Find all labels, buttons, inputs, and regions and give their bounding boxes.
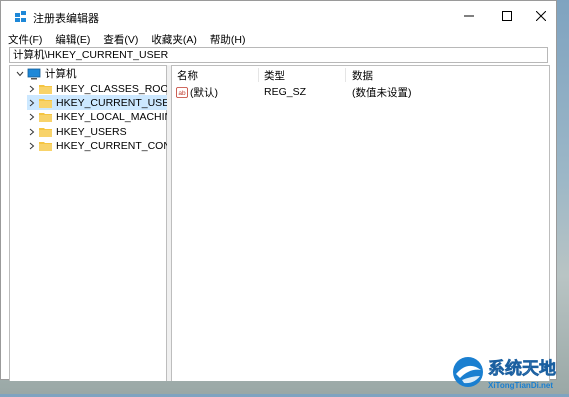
folder-icon (39, 141, 52, 151)
menu-bar: 文件(F) 编辑(E) 查看(V) 收藏夹(A) 帮助(H) (1, 31, 556, 47)
svg-text:ab: ab (178, 90, 186, 97)
registry-editor-app-icon (15, 11, 26, 22)
tree-item-label: HKEY_CURRENT_USER (56, 96, 177, 109)
column-header-name[interactable]: 名称 (177, 67, 257, 83)
menu-help[interactable]: 帮助(H) (203, 32, 252, 47)
menu-view[interactable]: 查看(V) (96, 32, 144, 47)
column-header-data[interactable]: 数据 (352, 67, 432, 83)
chevron-down-icon[interactable] (15, 71, 25, 77)
folder-icon (39, 84, 52, 94)
string-value-icon: ab (176, 86, 188, 98)
chevron-right-icon[interactable] (27, 99, 37, 107)
folder-icon (39, 98, 52, 108)
chevron-right-icon[interactable] (27, 85, 37, 93)
chevron-right-icon[interactable] (27, 142, 37, 150)
chevron-right-icon[interactable] (27, 128, 37, 136)
column-divider[interactable] (345, 68, 346, 82)
tree-item-hkey-current-user[interactable]: HKEY_CURRENT_USER (27, 95, 181, 110)
tree-item-hkey-users[interactable]: HKEY_USERS (27, 124, 127, 139)
watermark-url: XiTongTianDi.net (488, 381, 553, 390)
close-icon (536, 11, 546, 21)
key-tree-pane: 计算机 HKEY_CLASSES_ROOT HKEY_CURRENT_USER … (9, 65, 188, 381)
minimize-button[interactable] (452, 1, 486, 31)
column-header-type[interactable]: 类型 (264, 67, 344, 83)
tree-root-label: 计算机 (45, 68, 77, 80)
xitongtiandi-watermark: 系统天地 XiTongTianDi.net (448, 350, 569, 394)
maximize-icon (502, 11, 512, 21)
close-button[interactable] (524, 1, 558, 31)
xitongtiandi-logo-icon: 系统天地 XiTongTianDi.net (453, 357, 556, 390)
tree-item-hkey-classes-root[interactable]: HKEY_CLASSES_ROOT (27, 81, 175, 96)
menu-file[interactable]: 文件(F) (1, 32, 48, 47)
values-list-pane: 名称 类型 数据 ab (默认) REG_SZ (数值未设置) (171, 65, 550, 381)
menu-edit[interactable]: 编辑(E) (48, 32, 96, 47)
tree-item-label: HKEY_LOCAL_MACHINE (56, 110, 180, 123)
value-name-cell: ab (默认) (176, 84, 218, 100)
chevron-right-icon[interactable] (27, 113, 37, 121)
tree-item-label: HKEY_CLASSES_ROOT (56, 82, 176, 95)
tree-item-label: HKEY_USERS (56, 125, 127, 138)
maximize-button[interactable] (490, 1, 524, 31)
registry-editor-window: 注册表编辑器 文件(F) 编辑(E) 查看(V) 收藏夹(A) 帮助(H) 计算… (0, 0, 557, 381)
watermark-title: 系统天地 (488, 358, 556, 379)
value-data: (数值未设置) (352, 86, 412, 99)
folder-icon (39, 127, 52, 137)
tree-root-computer[interactable]: 计算机 (15, 66, 77, 81)
title-bar[interactable]: 注册表编辑器 (1, 1, 556, 31)
column-divider[interactable] (258, 68, 259, 82)
window-title: 注册表编辑器 (33, 13, 99, 25)
value-name: (默认) (190, 86, 218, 99)
tree-item-hkey-local-machine[interactable]: HKEY_LOCAL_MACHINE (27, 109, 179, 124)
value-type: REG_SZ (264, 86, 307, 98)
folder-icon (39, 112, 52, 122)
minimize-icon (464, 15, 474, 17)
menu-favorites[interactable]: 收藏夹(A) (144, 32, 203, 47)
address-bar[interactable]: 计算机\HKEY_CURRENT_USER (9, 47, 548, 63)
computer-icon (27, 68, 41, 79)
tree-item-hkey-current-config[interactable]: HKEY_CURRENT_CONFIG (27, 138, 188, 153)
